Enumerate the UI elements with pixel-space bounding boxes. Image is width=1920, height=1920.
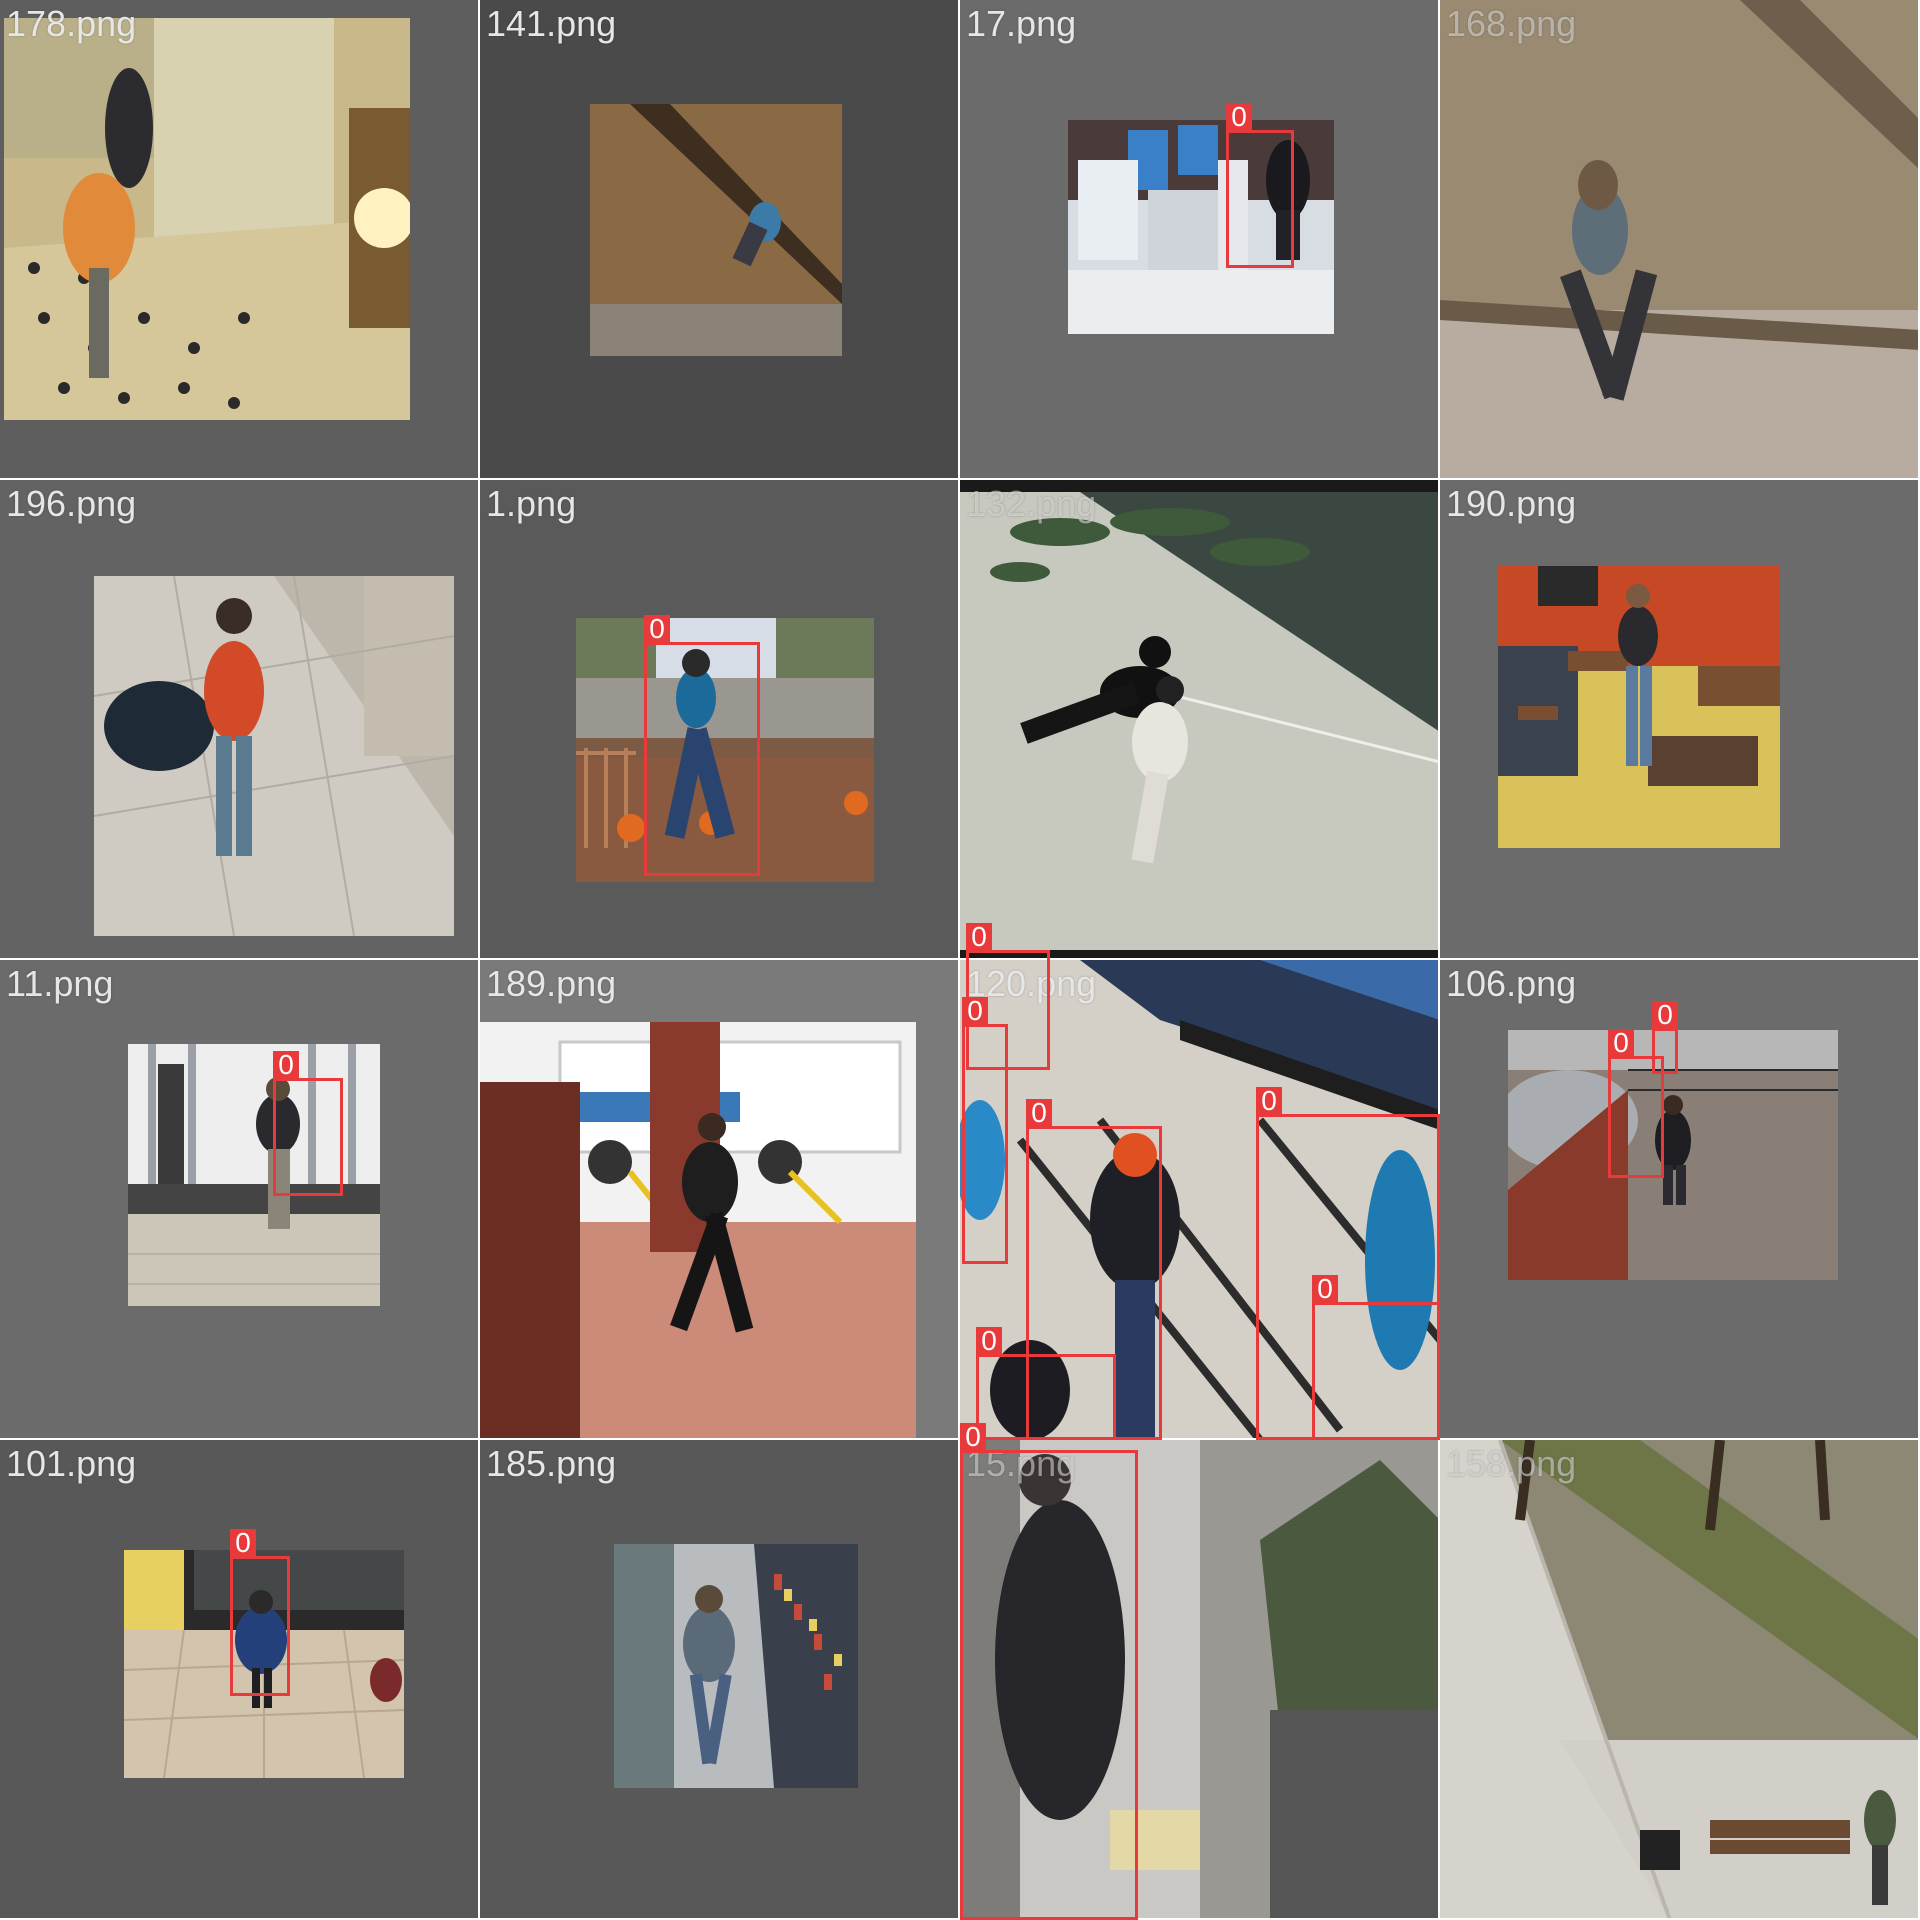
photo-132 xyxy=(960,492,1438,950)
tile-1: 0 1.png xyxy=(480,480,960,960)
bbox-label: 0 xyxy=(960,1423,986,1451)
tile-158: 158.png xyxy=(1440,1440,1920,1920)
tile-label: 106.png xyxy=(1446,963,1577,1004)
tile-189: 189.png xyxy=(480,960,960,1440)
tile-141: 141.png xyxy=(480,0,960,480)
bbox-label: 0 xyxy=(1026,1099,1052,1127)
bbox: 0 xyxy=(644,615,760,876)
photo-158 xyxy=(1440,1440,1918,1918)
photo-141 xyxy=(590,104,842,356)
photo-196 xyxy=(94,576,454,936)
bbox-label: 0 xyxy=(962,997,988,1025)
bbox: 0 xyxy=(962,997,1008,1264)
tile-11: 0 11.png xyxy=(0,960,480,1440)
tile-15: 0 15.png xyxy=(960,1423,1440,1920)
bbox: 0 xyxy=(976,1327,1116,1440)
bbox-label: 0 xyxy=(1226,103,1252,131)
tile-185: 185.png xyxy=(480,1440,960,1920)
photo-178 xyxy=(4,18,410,420)
tile-label: 189.png xyxy=(486,963,617,1004)
tile-label: 158.png xyxy=(1446,1443,1577,1484)
bbox: 0 xyxy=(230,1529,290,1696)
tile-132: 132.png xyxy=(960,480,1440,960)
tile-101: 0 101.png xyxy=(0,1440,480,1920)
bbox-label: 0 xyxy=(230,1529,256,1557)
bbox: 0 xyxy=(960,1423,1138,1920)
tile-196: 196.png xyxy=(0,480,480,960)
tile-106: 0 0 106.png xyxy=(1440,960,1920,1440)
photo-185 xyxy=(614,1544,858,1788)
mosaic-grid: 178.png 141.png 0 17.png 168.png 196.png… xyxy=(0,0,1920,1920)
tile-17: 0 17.png xyxy=(960,0,1440,480)
tile-label: 168.png xyxy=(1446,3,1577,44)
tile-label: 11.png xyxy=(6,963,114,1004)
tile-label: 185.png xyxy=(486,1443,617,1484)
tile-178: 178.png xyxy=(0,0,480,480)
tile-label: 178.png xyxy=(6,3,137,44)
tile-label: 141.png xyxy=(486,3,617,44)
bbox-label: 0 xyxy=(273,1051,299,1079)
bbox: 0 xyxy=(1312,1275,1440,1440)
bbox-label: 0 xyxy=(976,1327,1002,1355)
tile-168: 168.png xyxy=(1440,0,1920,480)
photo-189 xyxy=(480,1022,916,1438)
tile-label: 17.png xyxy=(966,3,1077,44)
bbox: 0 xyxy=(1226,103,1294,268)
tile-label: 196.png xyxy=(6,483,137,524)
tile-120: 0 0 0 0 0 0 120.png xyxy=(960,923,1440,1440)
bbox-label: 0 xyxy=(966,923,992,951)
bbox-label: 0 xyxy=(1608,1029,1634,1057)
tile-190: 190.png xyxy=(1440,480,1920,960)
bbox-label: 0 xyxy=(1312,1275,1338,1303)
tile-label: 190.png xyxy=(1446,483,1577,524)
photo-168 xyxy=(1440,0,1918,478)
bbox: 0 xyxy=(1608,1029,1664,1178)
tile-label: 1.png xyxy=(486,483,577,524)
bbox: 0 xyxy=(273,1051,343,1196)
bbox-label: 0 xyxy=(644,615,670,643)
photo-17 xyxy=(1068,120,1334,334)
photo-190 xyxy=(1498,566,1780,848)
bbox-label: 0 xyxy=(1652,1001,1678,1029)
tile-label: 101.png xyxy=(6,1443,137,1484)
bbox-label: 0 xyxy=(1256,1087,1282,1115)
tile-label: 132.png xyxy=(966,483,1097,524)
